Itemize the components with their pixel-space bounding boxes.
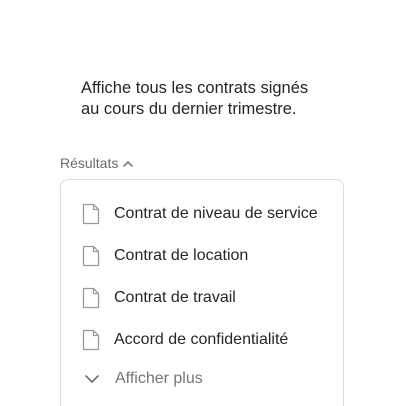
result-item-label: Contrat de travail <box>114 289 236 306</box>
document-icon <box>82 287 100 309</box>
results-label: Résultats <box>60 155 119 171</box>
result-item-confidentialite[interactable]: Accord de confidentialité <box>82 329 288 351</box>
chevron-up-icon <box>123 160 134 167</box>
chevron-down-icon <box>84 374 100 384</box>
result-item-label: Contrat de niveau de service <box>114 205 318 222</box>
document-icon <box>82 203 100 225</box>
query-text: Affiche tous les contrats signés au cour… <box>81 78 351 120</box>
show-more-button[interactable]: Afficher plus <box>84 370 203 388</box>
page: Affiche tous les contrats signés au cour… <box>0 0 406 406</box>
query-line-1: Affiche tous les contrats signés <box>81 79 309 97</box>
result-item-location[interactable]: Contrat de location <box>82 245 248 267</box>
show-more-label: Afficher plus <box>115 370 203 387</box>
result-item-label: Accord de confidentialité <box>114 331 289 348</box>
query-line-2: au cours du dernier trimestre. <box>81 100 297 118</box>
document-icon <box>82 245 100 267</box>
document-icon <box>82 329 100 351</box>
result-item-travail[interactable]: Contrat de travail <box>82 287 236 309</box>
result-item-niveau-de-service[interactable]: Contrat de niveau de service <box>82 203 318 225</box>
results-toggle[interactable]: Résultats <box>60 155 134 171</box>
results-panel: Contrat de niveau de service Contrat de … <box>60 179 344 406</box>
result-item-label: Contrat de location <box>114 247 249 264</box>
